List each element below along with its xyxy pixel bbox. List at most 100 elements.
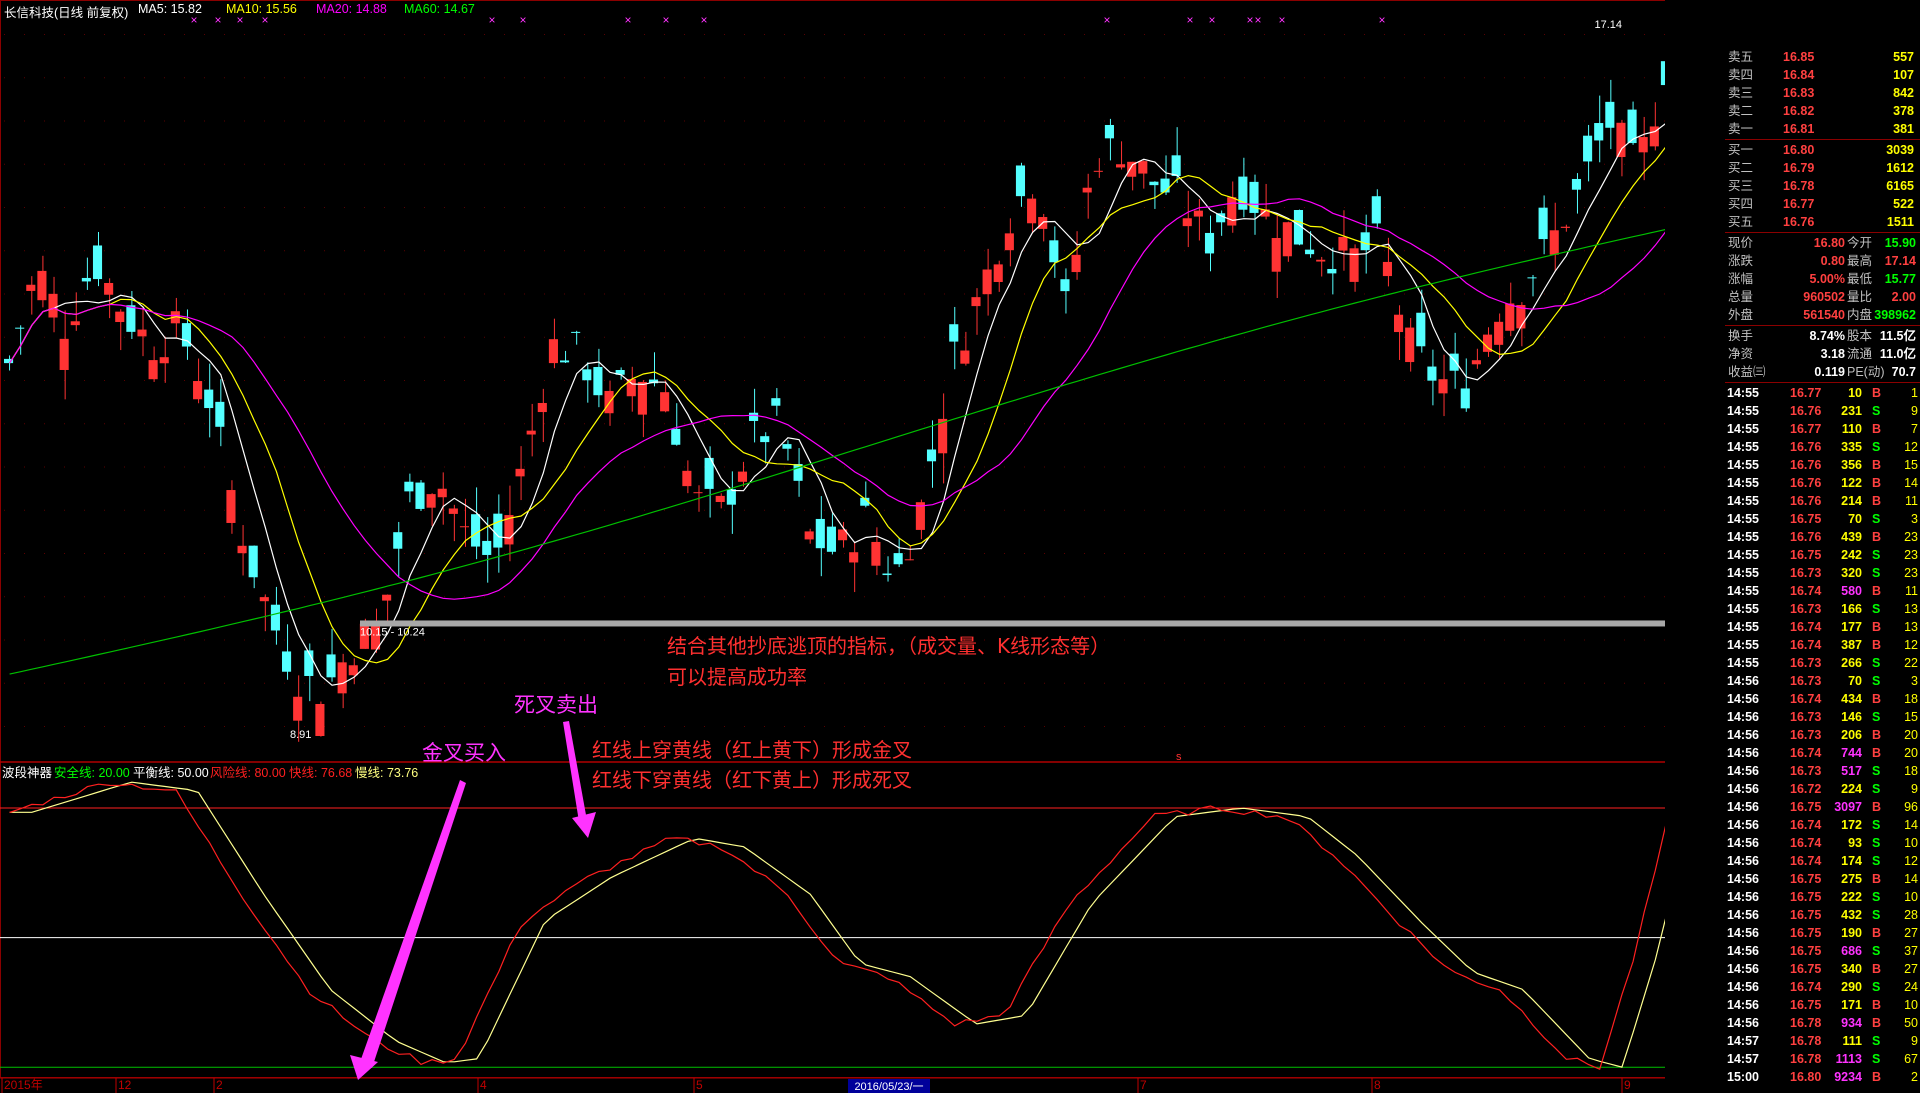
price-grid-dot	[384, 120, 385, 122]
candle-body	[1327, 268, 1337, 274]
price-grid-dot	[284, 34, 285, 35]
price-grid-dot	[1624, 293, 1625, 295]
price-grid-dot	[44, 120, 45, 122]
price-grid-dot	[1424, 466, 1425, 468]
price-grid-dot	[124, 207, 125, 208]
fundamental-key-2: 股本	[1847, 329, 1873, 343]
price-grid-dot	[924, 553, 925, 554]
kline-chart-area[interactable]: 17.0016.5016.0015.5015.0014.5014.0013.50…	[0, 0, 1665, 1093]
price-grid-dot	[1324, 34, 1325, 35]
price-grid-dot	[1604, 77, 1605, 79]
price-grid-dot	[44, 163, 45, 165]
price-grid-dot	[704, 34, 705, 35]
tick-volume: 10	[1848, 386, 1862, 400]
price-grid-dot	[1084, 293, 1085, 295]
price-grid-dot	[1444, 336, 1445, 338]
price-grid-dot	[1564, 34, 1565, 35]
tick-row: 14:56 16.75 222 S 10	[1725, 888, 1920, 906]
stat-row: 总量 960502 量比 2.00	[1725, 288, 1920, 306]
price-grid-dot	[624, 596, 625, 598]
price-grid-dot	[544, 380, 545, 381]
price-grid-dot	[1544, 639, 1545, 641]
tick-count: 37	[1904, 944, 1918, 958]
price-grid-dot	[1344, 466, 1345, 468]
price-grid-dot	[484, 336, 485, 338]
price-grid-dot	[464, 466, 465, 468]
price-grid-dot	[4, 207, 5, 208]
price-grid-dot	[504, 682, 505, 684]
price-grid-dot	[744, 466, 745, 468]
price-grid-dot	[964, 293, 965, 295]
tick-direction: S	[1872, 404, 1881, 418]
price-grid-dot	[524, 423, 525, 425]
price-grid-dot	[344, 34, 345, 35]
price-grid-dot	[984, 380, 985, 381]
price-grid-dot	[1184, 336, 1185, 338]
price-grid-dot	[164, 596, 165, 598]
price-grid-dot	[1604, 596, 1605, 598]
price-grid-dot	[764, 553, 765, 554]
price-grid-dot	[884, 250, 885, 252]
price-grid-dot	[1344, 682, 1345, 684]
price-grid-dot	[544, 163, 545, 165]
candle-body	[1204, 232, 1215, 254]
tick-volume: 517	[1841, 764, 1862, 778]
tick-volume: 432	[1841, 908, 1862, 922]
price-grid-dot	[1444, 77, 1445, 79]
price-grid-dot	[444, 509, 445, 511]
tick-direction: B	[1872, 422, 1882, 436]
price-grid-dot	[1044, 726, 1045, 727]
price-grid-dot	[1164, 509, 1165, 511]
stat-value-2: 398962	[1874, 308, 1916, 322]
price-grid-dot	[84, 466, 85, 468]
price-grid-dot	[924, 34, 925, 35]
price-grid-dot	[444, 553, 445, 554]
chart-canvas[interactable]: 17.0016.5016.0015.5015.0014.5014.0013.50…	[0, 0, 1665, 1093]
price-grid-dot	[304, 293, 305, 295]
price-grid-dot	[1124, 120, 1125, 122]
tick-direction: S	[1872, 1034, 1881, 1048]
price-grid-dot	[344, 77, 345, 79]
price-grid-dot	[364, 250, 365, 252]
price-grid-dot	[384, 293, 385, 295]
candle-body	[893, 553, 903, 565]
tick-count: 67	[1904, 1052, 1918, 1066]
price-grid-dot	[704, 250, 705, 252]
price-grid-dot	[1444, 250, 1445, 252]
price-grid-dot	[1224, 207, 1225, 208]
price-grid-dot	[304, 726, 305, 727]
price-grid-dot	[84, 509, 85, 511]
price-grid-dot	[864, 423, 865, 425]
price-grid-dot	[1624, 466, 1625, 468]
price-grid-dot	[644, 250, 645, 252]
price-grid-dot	[704, 77, 705, 79]
price-grid-dot	[904, 596, 905, 598]
price-grid-dot	[64, 34, 65, 35]
candle-body	[771, 398, 781, 406]
price-grid-dot	[1224, 726, 1225, 727]
price-grid-dot	[144, 293, 145, 295]
tick-price: 16.74	[1790, 692, 1822, 706]
price-grid-dot	[364, 726, 365, 727]
price-grid-dot	[164, 120, 165, 122]
price-grid-dot	[544, 639, 545, 641]
tick-volume: 111	[1842, 1034, 1862, 1048]
tick-count: 10	[1904, 890, 1918, 904]
price-grid-dot	[184, 34, 185, 35]
tick-row: 14:57 16.78 111 S 9	[1725, 1032, 1920, 1050]
price-grid-dot	[1264, 77, 1265, 79]
tick-count: 11	[1905, 494, 1918, 508]
price-grid-dot	[604, 293, 605, 295]
price-grid-dot	[284, 380, 285, 381]
price-grid-dot	[664, 120, 665, 122]
candle-body	[1216, 213, 1226, 223]
tick-volume: 122	[1841, 476, 1862, 490]
tick-volume: 686	[1841, 944, 1862, 958]
price-grid-dot	[224, 336, 225, 338]
tick-count: 9	[1911, 404, 1918, 418]
price-grid-dot	[1584, 682, 1585, 684]
price-grid-dot	[784, 466, 785, 468]
price-grid-dot	[1244, 509, 1245, 511]
price-grid-dot	[1164, 553, 1165, 554]
price-grid-dot	[744, 423, 745, 425]
